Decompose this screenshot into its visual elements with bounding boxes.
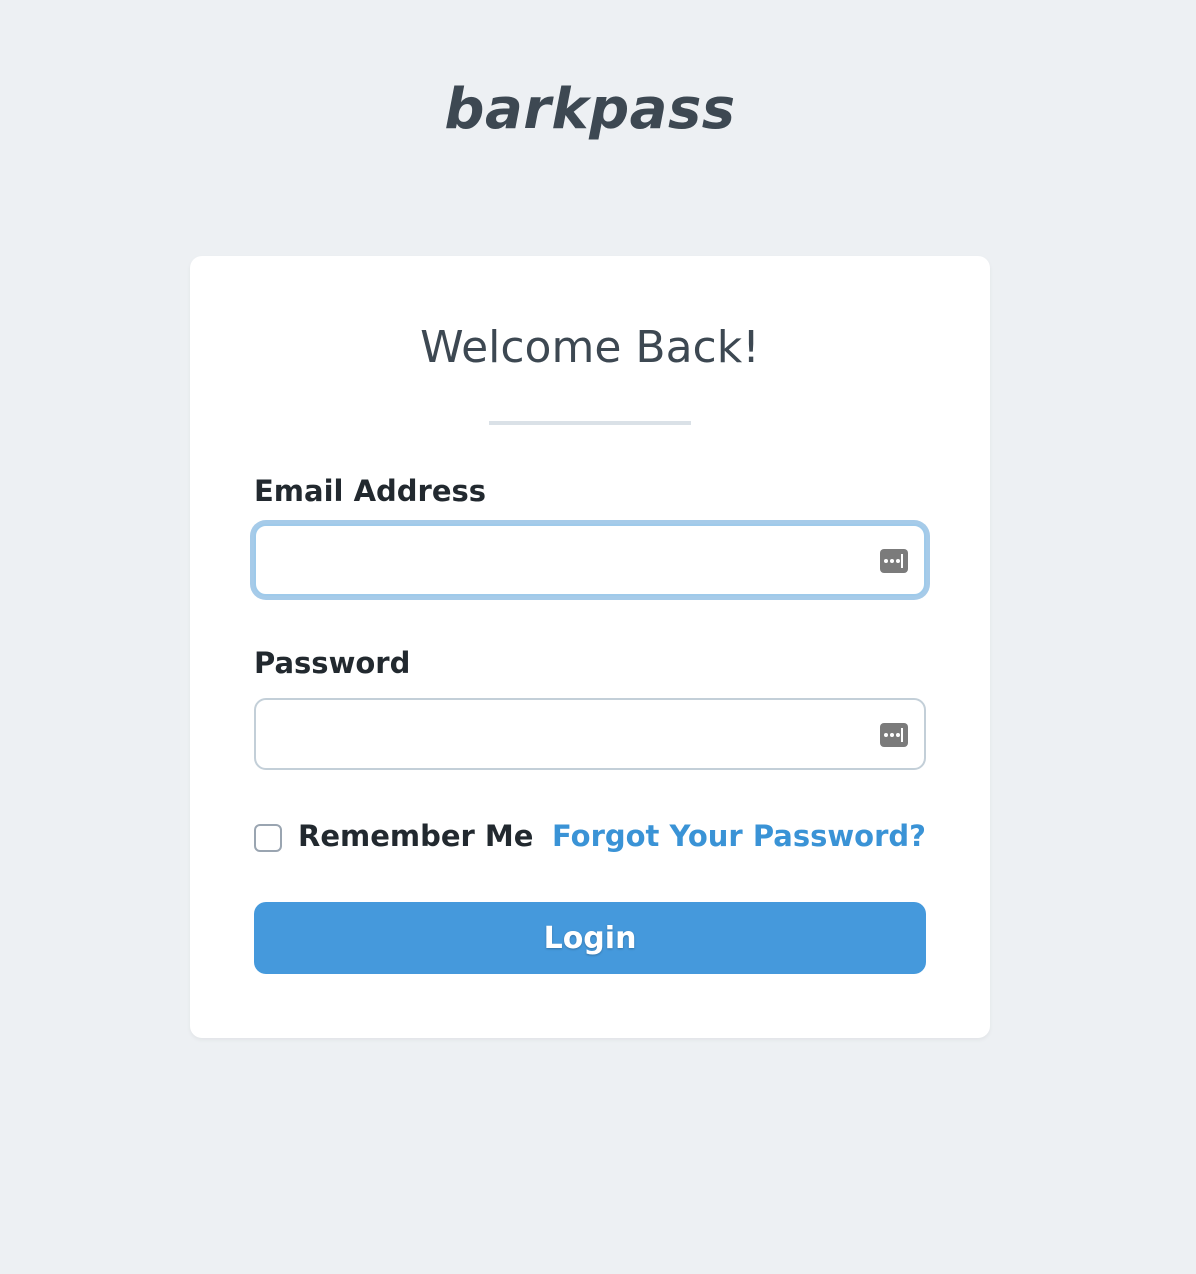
- password-label: Password: [254, 646, 411, 680]
- login-card: Welcome Back! Email Address Password Rem…: [190, 256, 990, 1038]
- login-button[interactable]: Login: [254, 902, 926, 974]
- forgot-password-link[interactable]: Forgot Your Password?: [552, 816, 926, 856]
- email-field[interactable]: [256, 526, 924, 594]
- password-field[interactable]: [256, 700, 924, 768]
- email-label: Email Address: [254, 474, 487, 508]
- password-manager-icon[interactable]: [880, 549, 908, 573]
- remember-me-label[interactable]: Remember Me: [298, 816, 533, 856]
- remember-me-checkbox[interactable]: [254, 824, 282, 852]
- password-field-wrapper: [254, 698, 926, 770]
- email-field-wrapper: [254, 524, 926, 596]
- page-title: Welcome Back!: [420, 322, 760, 373]
- brand-logo: barkpass: [444, 77, 736, 142]
- title-divider: [489, 421, 691, 425]
- password-manager-icon[interactable]: [880, 723, 908, 747]
